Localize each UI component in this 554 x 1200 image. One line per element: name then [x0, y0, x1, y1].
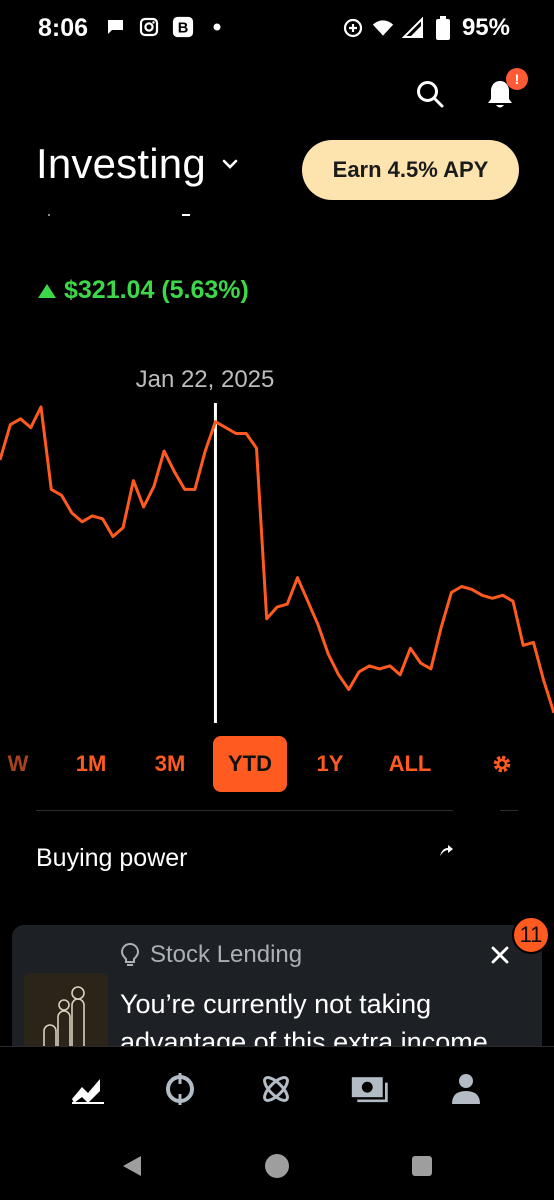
message-icon [104, 16, 126, 38]
recents-icon [412, 1156, 432, 1176]
crypto-icon [166, 1073, 194, 1105]
account-selector[interactable]: Investing [36, 140, 240, 188]
gain-text: $321.04 (5.63%) [64, 276, 249, 304]
recents-button[interactable] [408, 1152, 436, 1180]
svg-text:B: B [178, 21, 189, 37]
status-bar: 8:06 B 95% [0, 0, 554, 58]
portfolio-chart[interactable] [0, 395, 554, 725]
profile-icon [452, 1074, 480, 1104]
nav-cash[interactable] [350, 1069, 390, 1109]
expand-arrow-icon[interactable] [438, 844, 454, 858]
home-icon [265, 1154, 289, 1178]
back-button[interactable] [118, 1152, 146, 1180]
tab-1m[interactable]: 1M [62, 736, 120, 792]
search-button[interactable] [410, 74, 450, 114]
battery-percent: 95% [461, 14, 510, 41]
tab-3m[interactable]: 3M [140, 736, 200, 792]
hidden-value-dot [48, 214, 50, 216]
notification-icons: B [104, 16, 228, 38]
battery-icon [432, 16, 454, 40]
data-saver-icon [342, 17, 364, 39]
nav-explore[interactable] [256, 1069, 296, 1109]
nav-crypto[interactable] [160, 1069, 200, 1109]
card-close-button[interactable] [486, 941, 514, 969]
nav-account[interactable] [446, 1069, 486, 1109]
atom-icon [263, 1076, 289, 1102]
portfolio-gain: $321.04 (5.63%) [38, 276, 249, 305]
card-count-badge: 11 [512, 916, 550, 954]
chart-settings-button[interactable] [486, 736, 518, 792]
wifi-icon [372, 17, 394, 39]
buying-power-label[interactable]: Buying power [36, 844, 187, 873]
card-title: Stock Lending [150, 941, 303, 968]
nav-investing[interactable] [68, 1069, 108, 1109]
tab-w[interactable]: W [0, 736, 44, 792]
chart-icon [72, 1079, 104, 1104]
notifications-button[interactable]: ! [480, 68, 528, 114]
instagram-icon [138, 16, 160, 38]
divider [500, 810, 518, 811]
portfolio-value-hidden [48, 210, 203, 220]
tab-1y[interactable]: 1Y [302, 736, 358, 792]
chart-cursor-date: Jan 22, 2025 [135, 366, 275, 393]
lightbulb-icon [120, 942, 140, 966]
b-app-icon: B [172, 16, 194, 38]
dot-icon [206, 16, 228, 38]
earn-apy-button[interactable]: Earn 4.5% APY [302, 140, 519, 200]
signal-icon [401, 17, 424, 39]
chart-series-line [0, 405, 554, 714]
search-icon [417, 81, 444, 108]
stock-lending-illustration [24, 973, 108, 1057]
bottom-nav [0, 1046, 554, 1132]
system-navigation [0, 1132, 554, 1200]
range-tabs: W 1M 3M YTD 1Y ALL [0, 736, 554, 792]
page-title: Investing [36, 140, 206, 187]
tab-ytd[interactable]: YTD [213, 736, 287, 792]
up-arrow-icon [38, 283, 56, 298]
status-time: 8:06 [38, 14, 89, 42]
notification-badge: ! [506, 68, 528, 90]
chevron-down-icon [222, 159, 238, 169]
header-actions: ! [410, 68, 528, 114]
divider [36, 810, 453, 811]
cash-icon [351, 1077, 388, 1103]
system-status-icons: 95% [342, 14, 510, 42]
card-header: Stock Lending [120, 941, 302, 969]
back-icon [123, 1156, 141, 1176]
close-icon [491, 946, 509, 964]
tab-all[interactable]: ALL [380, 736, 440, 792]
gear-icon [493, 755, 511, 773]
hidden-value-dash [182, 214, 190, 216]
home-button[interactable] [263, 1152, 291, 1180]
